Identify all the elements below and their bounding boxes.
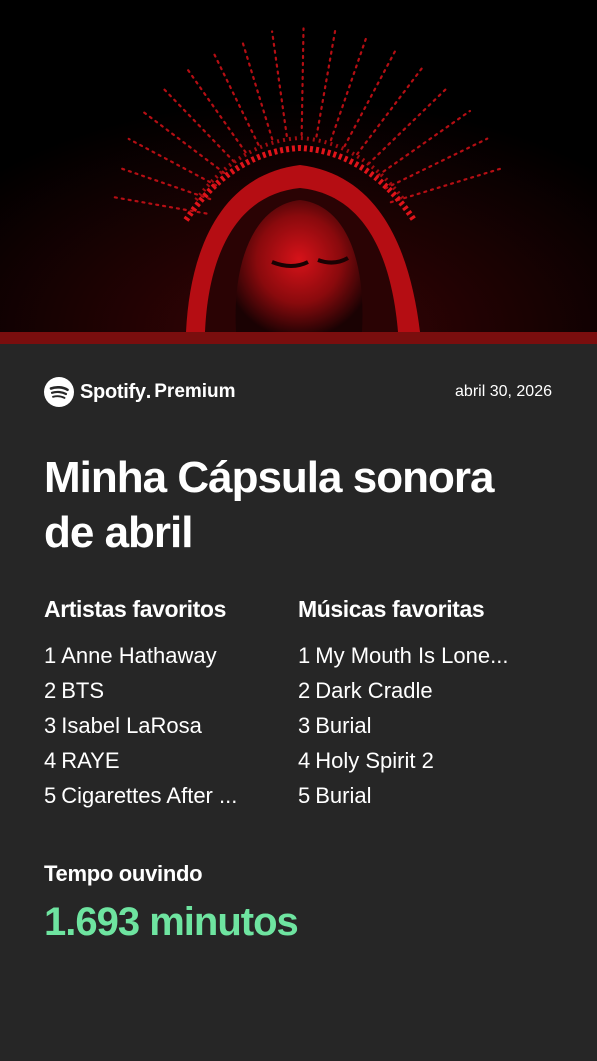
top-songs-list: Músicas favoritas 1 My Mouth Is Lone... 2 D…	[298, 596, 538, 813]
song-item-name: My Mouth Is Lone...	[315, 643, 509, 668]
divider-band	[0, 332, 597, 344]
artist-item-name: Cigarettes After ...	[61, 783, 238, 808]
song-item: 4 Holy Spirit 2	[298, 743, 538, 778]
cover-image	[0, 0, 597, 332]
song-item-name: Holy Spirit 2	[315, 748, 434, 773]
song-item-name: Burial	[315, 713, 372, 738]
top-artists-heading: Artistas favoritos	[44, 596, 226, 622]
rank-number: 3	[298, 713, 311, 738]
listening-time-value: 1.693 minutos	[44, 900, 299, 944]
artist-item: 1 Anne Hathaway	[44, 638, 276, 673]
rank-number: 1	[298, 643, 311, 668]
brand-name: Spotify	[80, 380, 146, 403]
title-line-1: Minha Cápsula sonora	[44, 453, 494, 502]
capsule-date: abril 30, 2026	[455, 383, 552, 400]
top-songs-heading: Músicas favoritas	[298, 596, 485, 622]
spotify-logo-icon	[44, 377, 74, 407]
crowned-figure-image	[0, 0, 597, 332]
song-item-name: Burial	[315, 783, 372, 808]
artist-item-name: Isabel LaRosa	[61, 713, 202, 738]
capsule-card: Spotify. Premium abril 30, 2026 Minha Cá…	[0, 344, 597, 1061]
rank-number: 5	[44, 783, 57, 808]
listening-time-label: Tempo ouvindo	[44, 861, 203, 886]
brand-row: Spotify. Premium abril 30, 2026	[44, 376, 552, 408]
page-title: Minha Cápsula sonora de abril	[44, 450, 564, 560]
song-item: 5 Burial	[298, 778, 538, 813]
artist-item-name: Anne Hathaway	[61, 643, 217, 668]
brand-dot: .	[145, 380, 152, 403]
rank-number: 5	[298, 783, 311, 808]
artist-item-name: RAYE	[61, 748, 120, 773]
artist-item: 4 RAYE	[44, 743, 276, 778]
top-artists-list: Artistas favoritos 1 Anne Hathaway 2 BTS 3 Is…	[44, 596, 276, 813]
rank-number: 3	[44, 713, 57, 738]
rank-number: 2	[298, 678, 311, 703]
rank-number: 2	[44, 678, 57, 703]
brand-tier: Premium	[154, 381, 236, 402]
artist-item: 2 BTS	[44, 673, 276, 708]
rank-number: 1	[44, 643, 57, 668]
rank-number: 4	[298, 748, 311, 773]
song-item: 3 Burial	[298, 708, 538, 743]
artist-item: 3 Isabel LaRosa	[44, 708, 276, 743]
song-item: 2 Dark Cradle	[298, 673, 538, 708]
artist-item: 5 Cigarettes After ...	[44, 778, 276, 813]
rank-number: 4	[44, 748, 57, 773]
title-line-2: de abril	[44, 508, 193, 557]
artist-item-name: BTS	[61, 678, 105, 703]
song-item-name: Dark Cradle	[315, 678, 433, 703]
song-item: 1 My Mouth Is Lone...	[298, 638, 538, 673]
